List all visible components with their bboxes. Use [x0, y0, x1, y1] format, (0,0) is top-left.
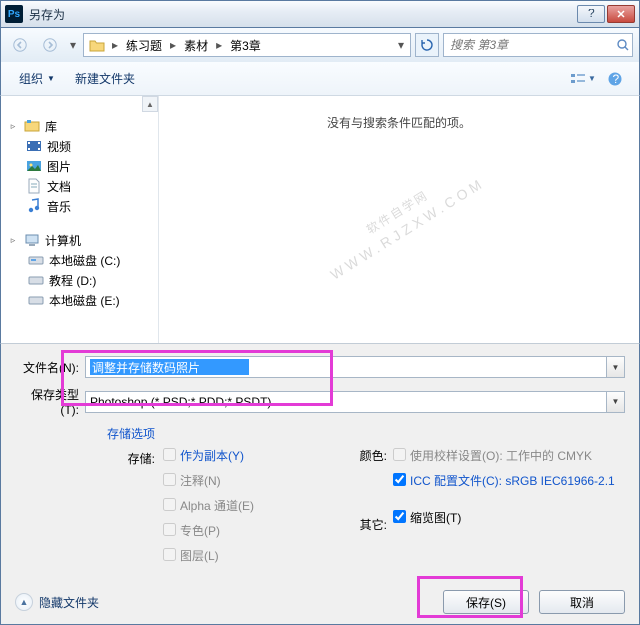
organize-label: 组织: [19, 70, 43, 87]
nav-forward-button[interactable]: [37, 33, 63, 57]
help-icon[interactable]: ?: [601, 67, 629, 91]
chevron-right-icon: ▸: [214, 38, 224, 52]
nav-back-button[interactable]: [7, 33, 33, 57]
color-label: 颜色:: [360, 447, 387, 464]
tree-music[interactable]: 音乐: [5, 196, 158, 216]
spot-checkbox: 专色(P): [163, 522, 323, 539]
filetype-select[interactable]: Photoshop (*.PSD;*.PDD;*.PSDT): [85, 391, 607, 413]
as-copy-checkbox[interactable]: 作为副本(Y): [163, 447, 323, 464]
filename-dropdown[interactable]: ▼: [607, 356, 625, 378]
search-icon[interactable]: [613, 38, 632, 52]
filename-input[interactable]: [90, 359, 249, 375]
video-icon: [25, 138, 43, 154]
use-proof-checkbox: 使用校样设置(O): 工作中的 CMYK: [393, 447, 625, 464]
refresh-button[interactable]: [415, 33, 439, 57]
notes-checkbox: 注释(N): [163, 472, 323, 489]
chevron-right-icon: ▸: [110, 38, 120, 52]
icc-profile-checkbox[interactable]: ICC 配置文件(C): sRGB IEC61966-2.1: [393, 472, 625, 489]
breadcrumb-item[interactable]: 素材: [180, 37, 212, 54]
organize-button[interactable]: 组织 ▼: [11, 66, 63, 91]
tree-documents[interactable]: 文档: [5, 176, 158, 196]
nav-history-dropdown[interactable]: ▾: [67, 38, 79, 52]
filetype-dropdown[interactable]: ▼: [607, 391, 625, 413]
help-button[interactable]: ?: [577, 5, 605, 23]
save-button[interactable]: 保存(S): [443, 590, 529, 614]
toolbar: 组织 ▼ 新建文件夹 ▼ ?: [0, 62, 640, 96]
folder-icon: [88, 37, 106, 53]
main-area: ▲ ▹ 库 视频 图片 文档 音乐 ▹ 计算机: [0, 96, 640, 344]
empty-message: 没有与搜索条件匹配的项。: [169, 114, 629, 131]
alpha-checkbox: Alpha 通道(E): [163, 497, 323, 514]
tree-videos[interactable]: 视频: [5, 136, 158, 156]
watermark: 软件自学网 WWW.RJZXW.COM: [310, 147, 487, 282]
svg-text:?: ?: [613, 72, 620, 86]
hide-folders-toggle[interactable]: ▲ 隐藏文件夹: [15, 593, 99, 611]
tree-disk-c[interactable]: 本地磁盘 (C:): [5, 250, 158, 270]
other-label: 其它:: [360, 516, 387, 533]
store-options-link[interactable]: 存储选项: [107, 425, 155, 442]
drive-icon: [27, 252, 45, 268]
drive-icon: [27, 292, 45, 308]
breadcrumb-item[interactable]: 第3章: [226, 37, 265, 54]
drive-icon: [27, 272, 45, 288]
file-list[interactable]: 没有与搜索条件匹配的项。 软件自学网 WWW.RJZXW.COM: [159, 96, 639, 343]
cancel-button[interactable]: 取消: [539, 590, 625, 614]
expand-icon[interactable]: ▹: [7, 121, 19, 132]
close-button[interactable]: [607, 5, 635, 23]
store-label: 存储:: [128, 450, 155, 467]
library-icon: [23, 118, 41, 134]
breadcrumb-dropdown[interactable]: ▾: [394, 38, 408, 52]
music-icon: [25, 198, 43, 214]
tree-disk-e[interactable]: 本地磁盘 (E:): [5, 290, 158, 310]
new-folder-button[interactable]: 新建文件夹: [67, 66, 143, 91]
search-box[interactable]: [443, 33, 633, 57]
tree-computer[interactable]: ▹ 计算机: [5, 230, 158, 250]
tree-library[interactable]: ▹ 库: [5, 116, 158, 136]
app-icon: Ps: [5, 5, 23, 23]
view-mode-button[interactable]: ▼: [569, 67, 597, 91]
chevron-down-icon: ▼: [588, 74, 596, 83]
tree-disk-d[interactable]: 教程 (D:): [5, 270, 158, 290]
save-options: 存储选项 存储: 作为副本(Y) 注释(N) Alpha 通道(E) 专色(P)…: [15, 425, 625, 564]
filename-row: 文件名(N): ▼: [15, 356, 625, 378]
dialog-footer: ▲ 隐藏文件夹 保存(S) 取消: [15, 590, 625, 614]
expand-icon[interactable]: ▹: [7, 235, 19, 246]
breadcrumb[interactable]: ▸ 练习题 ▸ 素材 ▸ 第3章 ▾: [83, 33, 411, 57]
chevron-down-icon: ▼: [47, 74, 55, 83]
scroll-up-icon[interactable]: ▲: [142, 96, 158, 112]
window-title: 另存为: [29, 6, 575, 23]
filetype-row: 保存类型(T): Photoshop (*.PSD;*.PDD;*.PSDT) …: [15, 386, 625, 417]
nav-bar: ▾ ▸ 练习题 ▸ 素材 ▸ 第3章 ▾: [0, 28, 640, 62]
filetype-label: 保存类型(T):: [15, 386, 79, 417]
new-folder-label: 新建文件夹: [75, 70, 135, 87]
save-options-panel: 文件名(N): ▼ 保存类型(T): Photoshop (*.PSD;*.PD…: [0, 344, 640, 625]
documents-icon: [25, 178, 43, 194]
breadcrumb-item[interactable]: 练习题: [122, 37, 166, 54]
pictures-icon: [25, 158, 43, 174]
chevron-up-icon: ▲: [15, 593, 33, 611]
layers-checkbox: 图层(L): [163, 547, 323, 564]
tree-pictures[interactable]: 图片: [5, 156, 158, 176]
filename-input-wrap[interactable]: [85, 356, 607, 378]
search-input[interactable]: [444, 34, 613, 56]
title-bar: Ps 另存为 ?: [0, 0, 640, 28]
folder-tree[interactable]: ▲ ▹ 库 视频 图片 文档 音乐 ▹ 计算机: [1, 96, 159, 343]
chevron-right-icon: ▸: [168, 38, 178, 52]
thumbnail-checkbox[interactable]: 缩览图(T): [393, 509, 625, 526]
svg-text:?: ?: [588, 9, 595, 19]
computer-icon: [23, 232, 41, 248]
filename-label: 文件名(N):: [15, 359, 79, 376]
